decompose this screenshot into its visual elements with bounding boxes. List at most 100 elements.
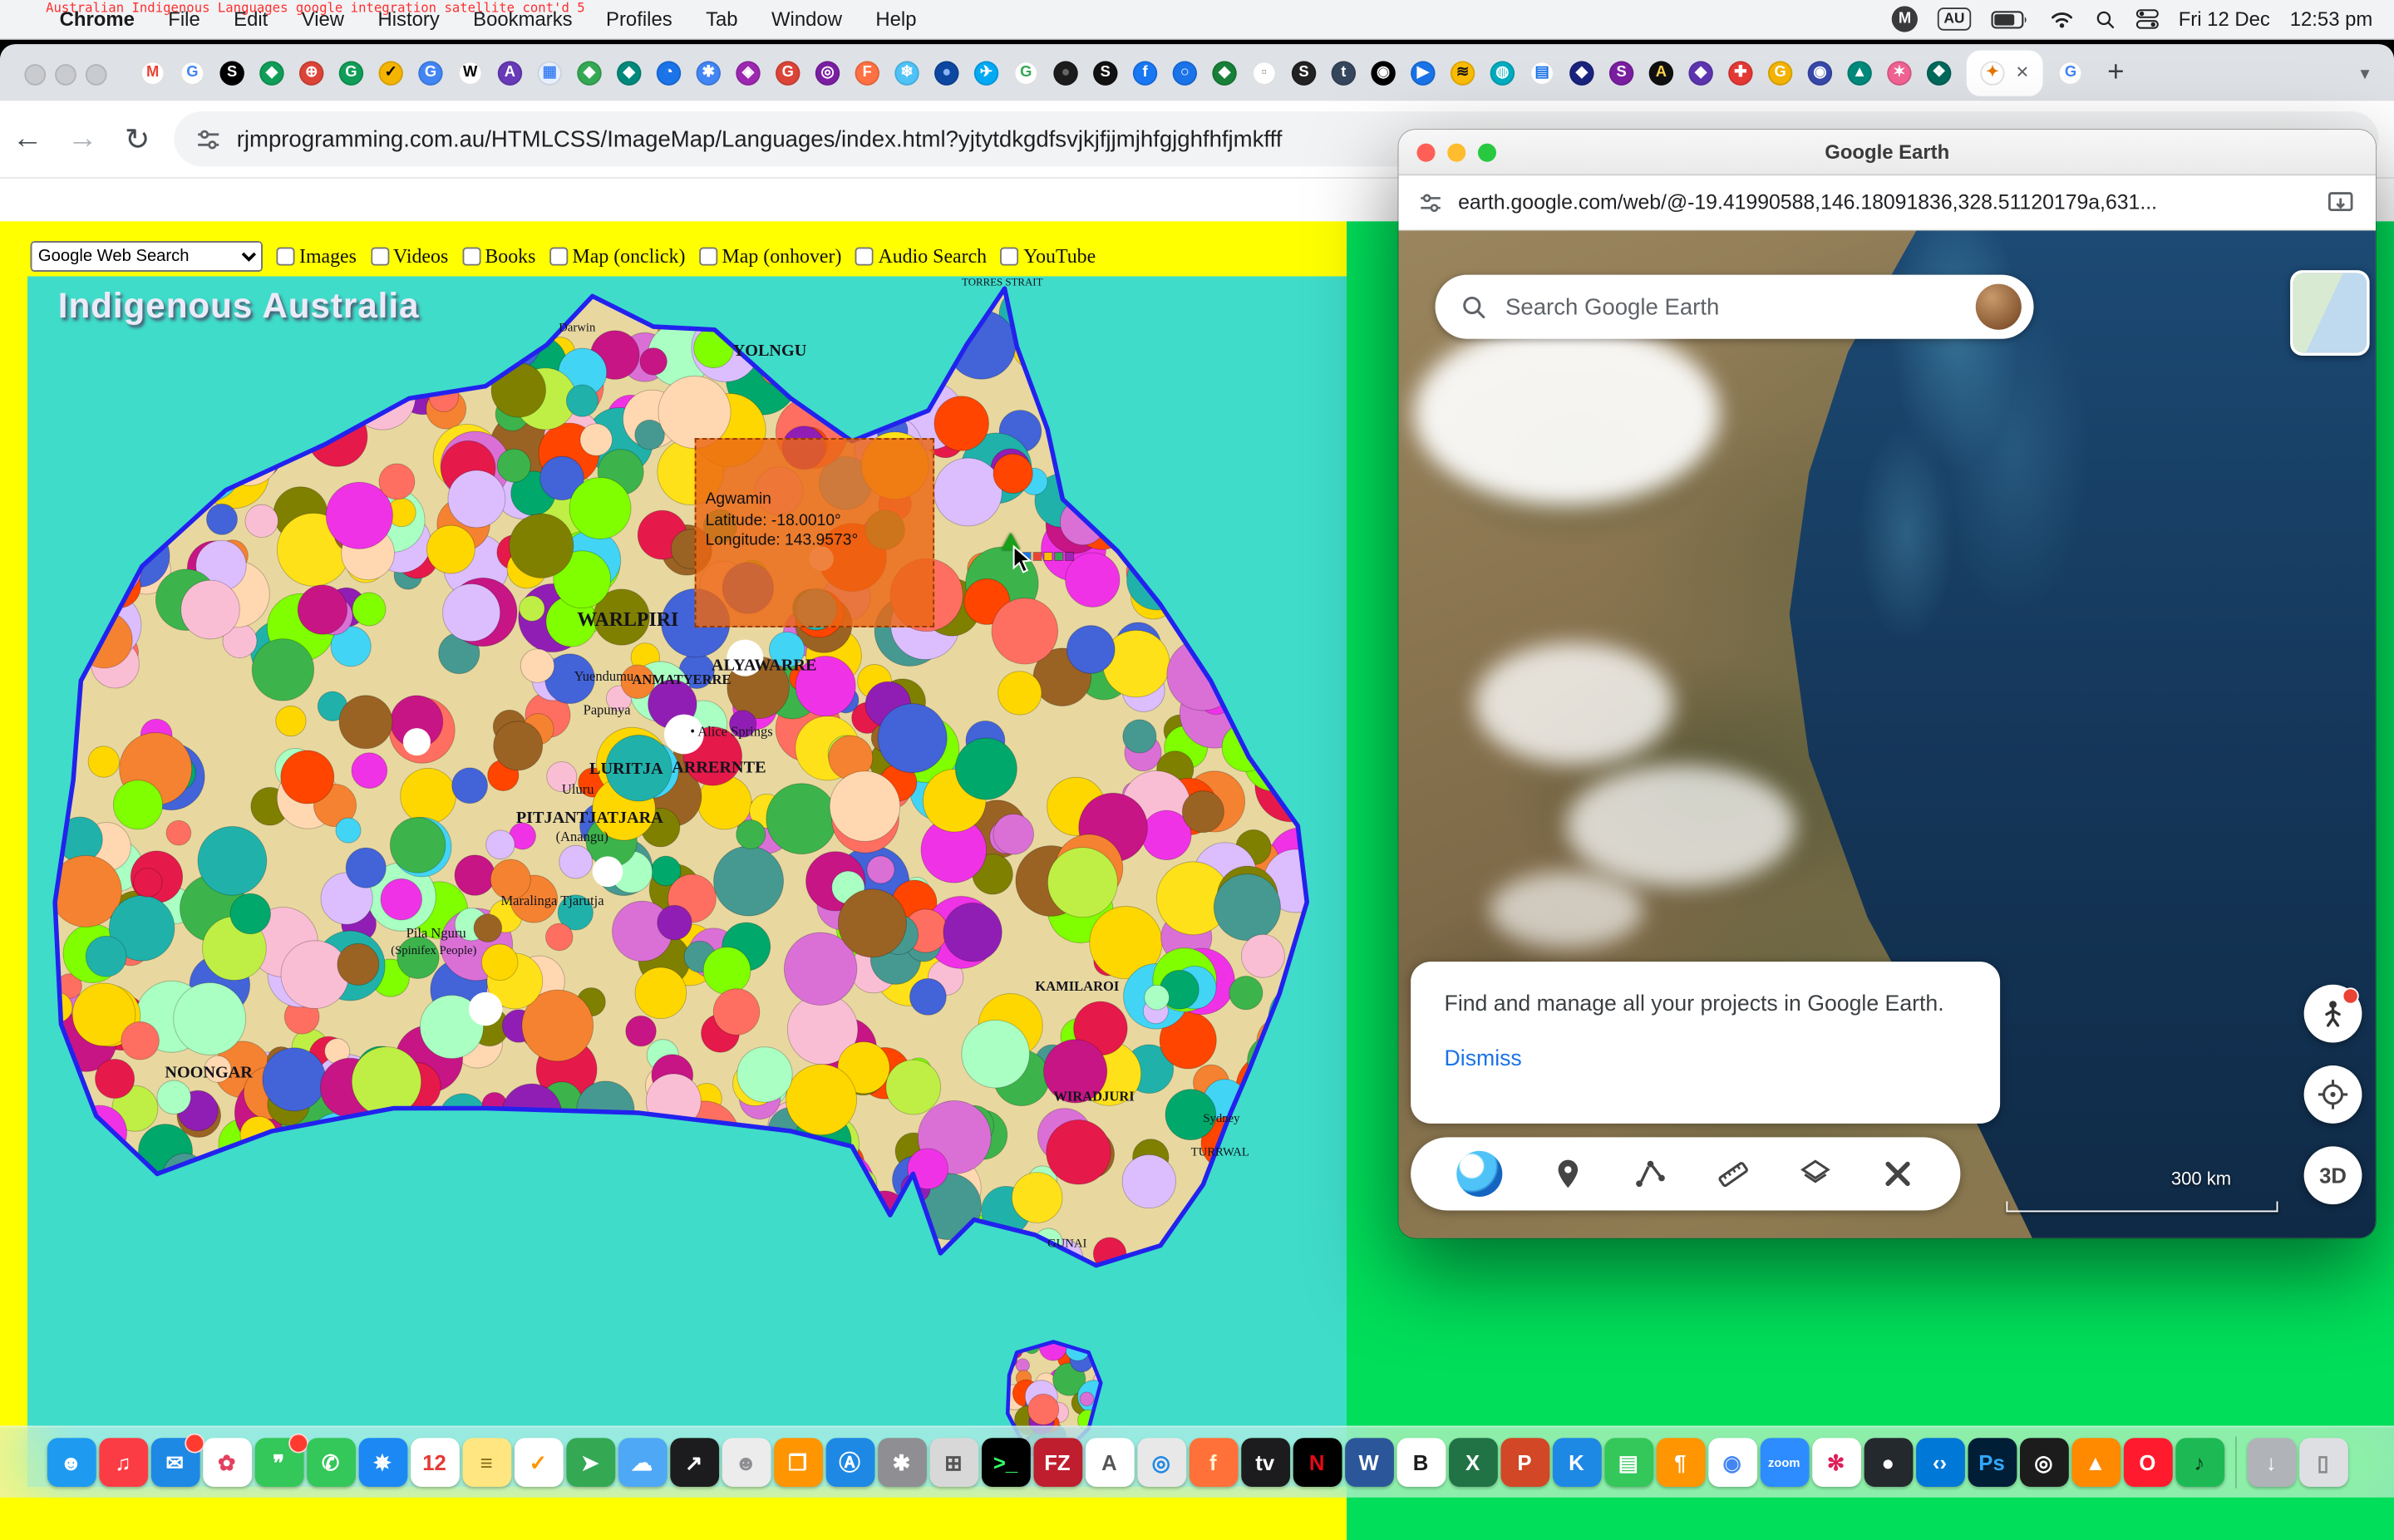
- spotlight-icon[interactable]: [2095, 8, 2116, 30]
- dock-icon-notes[interactable]: ≡: [462, 1438, 511, 1487]
- menu-item-profiles[interactable]: Profiles: [589, 7, 689, 31]
- pinned-tab[interactable]: F: [855, 61, 879, 85]
- pinned-tab[interactable]: ✶: [1887, 61, 1911, 85]
- dock-icon-slack[interactable]: ✻: [1811, 1438, 1860, 1487]
- dock-icon-terminal[interactable]: >_: [981, 1438, 1030, 1487]
- checkbox-input[interactable]: [276, 248, 294, 266]
- pinned-tab[interactable]: ◆: [617, 61, 641, 85]
- pinned-tab[interactable]: A: [1649, 61, 1673, 85]
- menu-item-help[interactable]: Help: [859, 7, 933, 31]
- dock-icon-textedit[interactable]: A: [1085, 1438, 1134, 1487]
- earth-address-bar[interactable]: earth.google.com/web/@-19.41990588,146.1…: [1398, 175, 2376, 230]
- indigenous-language-map[interactable]: Indigenous Australia TORRES STRAITDarwin…: [27, 276, 1347, 1487]
- pinned-tab[interactable]: ≋: [1451, 61, 1475, 85]
- pinned-tab[interactable]: ❄: [894, 61, 919, 85]
- earth-titlebar[interactable]: Google Earth: [1398, 130, 2376, 175]
- dock-icon-excel[interactable]: X: [1448, 1438, 1497, 1487]
- dock-icon-launchpad[interactable]: ⊞: [929, 1438, 978, 1487]
- pinned-tab[interactable]: S: [1609, 61, 1633, 85]
- pinned-tab[interactable]: ●: [1053, 61, 1077, 85]
- earth-minimize-button[interactable]: [1447, 143, 1465, 161]
- pinned-tab[interactable]: f: [1133, 61, 1157, 85]
- dock-icon-filezilla[interactable]: FZ: [1033, 1438, 1082, 1487]
- forward-button[interactable]: →: [55, 121, 110, 156]
- dock-icon-powerpoint[interactable]: P: [1500, 1438, 1549, 1487]
- dock-icon-spotify[interactable]: ♪: [2175, 1438, 2224, 1487]
- dock-icon-chrome[interactable]: ◉: [1707, 1438, 1756, 1487]
- pinned-tab[interactable]: ✈: [974, 61, 998, 85]
- dock-icon-vlc[interactable]: ▲: [2071, 1438, 2121, 1487]
- pinned-tab[interactable]: ⊕: [299, 61, 323, 85]
- pinned-tab[interactable]: ◆: [577, 61, 601, 85]
- pinned-tab[interactable]: ◆: [1688, 61, 1712, 85]
- menu-item-window[interactable]: Window: [755, 7, 859, 31]
- menu-item-tab[interactable]: Tab: [689, 7, 755, 31]
- projects-sphere-icon[interactable]: [1456, 1151, 1502, 1197]
- search-type-select[interactable]: Google Web Search: [31, 241, 263, 272]
- dock-icon-pages[interactable]: ¶: [1656, 1438, 1705, 1487]
- install-app-icon[interactable]: [2325, 187, 2356, 218]
- dock-icon-photos[interactable]: ✿: [202, 1438, 251, 1487]
- battery-icon[interactable]: [1991, 10, 2029, 28]
- dismiss-button[interactable]: Dismiss: [1445, 1047, 1967, 1071]
- pinned-tab[interactable]: W: [458, 61, 482, 85]
- measure-icon[interactable]: [1716, 1157, 1749, 1190]
- overview-map-thumbnail[interactable]: [2290, 270, 2370, 356]
- pegman-button[interactable]: [2304, 985, 2362, 1043]
- checkbox-input[interactable]: [1001, 248, 1019, 266]
- earth-search-bar[interactable]: Search Google Earth: [1436, 275, 2034, 339]
- australia-language-map[interactable]: [27, 276, 1347, 1487]
- back-button[interactable]: ←: [0, 121, 55, 156]
- dock-icon-preview[interactable]: ◎: [1136, 1438, 1185, 1487]
- pinned-tab[interactable]: ▶: [1411, 61, 1435, 85]
- pinned-tab[interactable]: ▤: [1530, 61, 1554, 85]
- dock-icon-trash[interactable]: ▯: [2298, 1438, 2347, 1487]
- checkbox-input[interactable]: [699, 248, 717, 266]
- dock-icon-reminders[interactable]: ✓: [514, 1438, 563, 1487]
- pinned-tab[interactable]: G: [339, 61, 363, 85]
- earth-site-settings-icon[interactable]: [1418, 190, 1442, 214]
- dock-icon-keynote[interactable]: K: [1552, 1438, 1601, 1487]
- pinned-tab[interactable]: ◎: [815, 61, 840, 85]
- wifi-icon[interactable]: [2049, 9, 2075, 29]
- dock-icon-word[interactable]: W: [1344, 1438, 1393, 1487]
- pinned-tab[interactable]: ◔: [657, 61, 681, 85]
- add-placemark-icon[interactable]: [1551, 1157, 1584, 1190]
- dock-icon-zoom[interactable]: zoom: [1760, 1438, 1809, 1487]
- site-settings-icon[interactable]: [195, 126, 221, 152]
- checkbox-input[interactable]: [370, 248, 388, 266]
- dock-icon-opera[interactable]: O: [2123, 1438, 2172, 1487]
- pinned-tab[interactable]: ❖: [1927, 61, 1951, 85]
- pinned-tab[interactable]: S: [1093, 61, 1117, 85]
- dock-icon-settings[interactable]: ✱: [877, 1438, 926, 1487]
- input-source-indicator[interactable]: AU: [1938, 7, 1971, 31]
- control-center-icon[interactable]: [2135, 9, 2159, 29]
- draw-path-icon[interactable]: [1633, 1157, 1667, 1190]
- reload-button[interactable]: ↻: [110, 120, 165, 158]
- dock-icon-contacts[interactable]: ☻: [722, 1438, 771, 1487]
- tab-close-icon[interactable]: ✕: [2015, 62, 2029, 82]
- dock-icon-books[interactable]: ❐: [773, 1438, 822, 1487]
- dock-icon-messages[interactable]: ❞: [254, 1438, 303, 1487]
- dock-icon-vscode[interactable]: ‹›: [1915, 1438, 1964, 1487]
- dock-icon-netflix[interactable]: N: [1293, 1438, 1342, 1487]
- window-close-button[interactable]: [24, 63, 46, 85]
- pinned-tab[interactable]: ✚: [1728, 61, 1752, 85]
- dock-icon-maps[interactable]: ➤: [566, 1438, 615, 1487]
- checkbox-input[interactable]: [549, 248, 568, 266]
- active-tab[interactable]: ✦ ✕: [1967, 50, 2043, 96]
- pinned-tab[interactable]: ◈: [736, 61, 760, 85]
- pinned-tab[interactable]: G: [1014, 61, 1038, 85]
- pinned-tab[interactable]: t: [1332, 61, 1356, 85]
- my-location-button[interactable]: [2304, 1065, 2362, 1124]
- pinned-tab[interactable]: ▲: [1847, 61, 1871, 85]
- menu-extra-icon[interactable]: M: [1892, 6, 1918, 32]
- pinned-tab[interactable]: ▦: [538, 61, 562, 85]
- new-tab-button[interactable]: +: [2107, 56, 2124, 89]
- pinned-tab[interactable]: ◍: [1490, 61, 1515, 85]
- pinned-tab[interactable]: ▫: [1252, 61, 1276, 85]
- pinned-tab[interactable]: ●: [934, 61, 958, 85]
- dock-icon-mail[interactable]: ✉: [150, 1438, 200, 1487]
- dock-icon-music[interactable]: ♫: [98, 1438, 147, 1487]
- dock-icon-downloads[interactable]: ↓: [2247, 1438, 2296, 1487]
